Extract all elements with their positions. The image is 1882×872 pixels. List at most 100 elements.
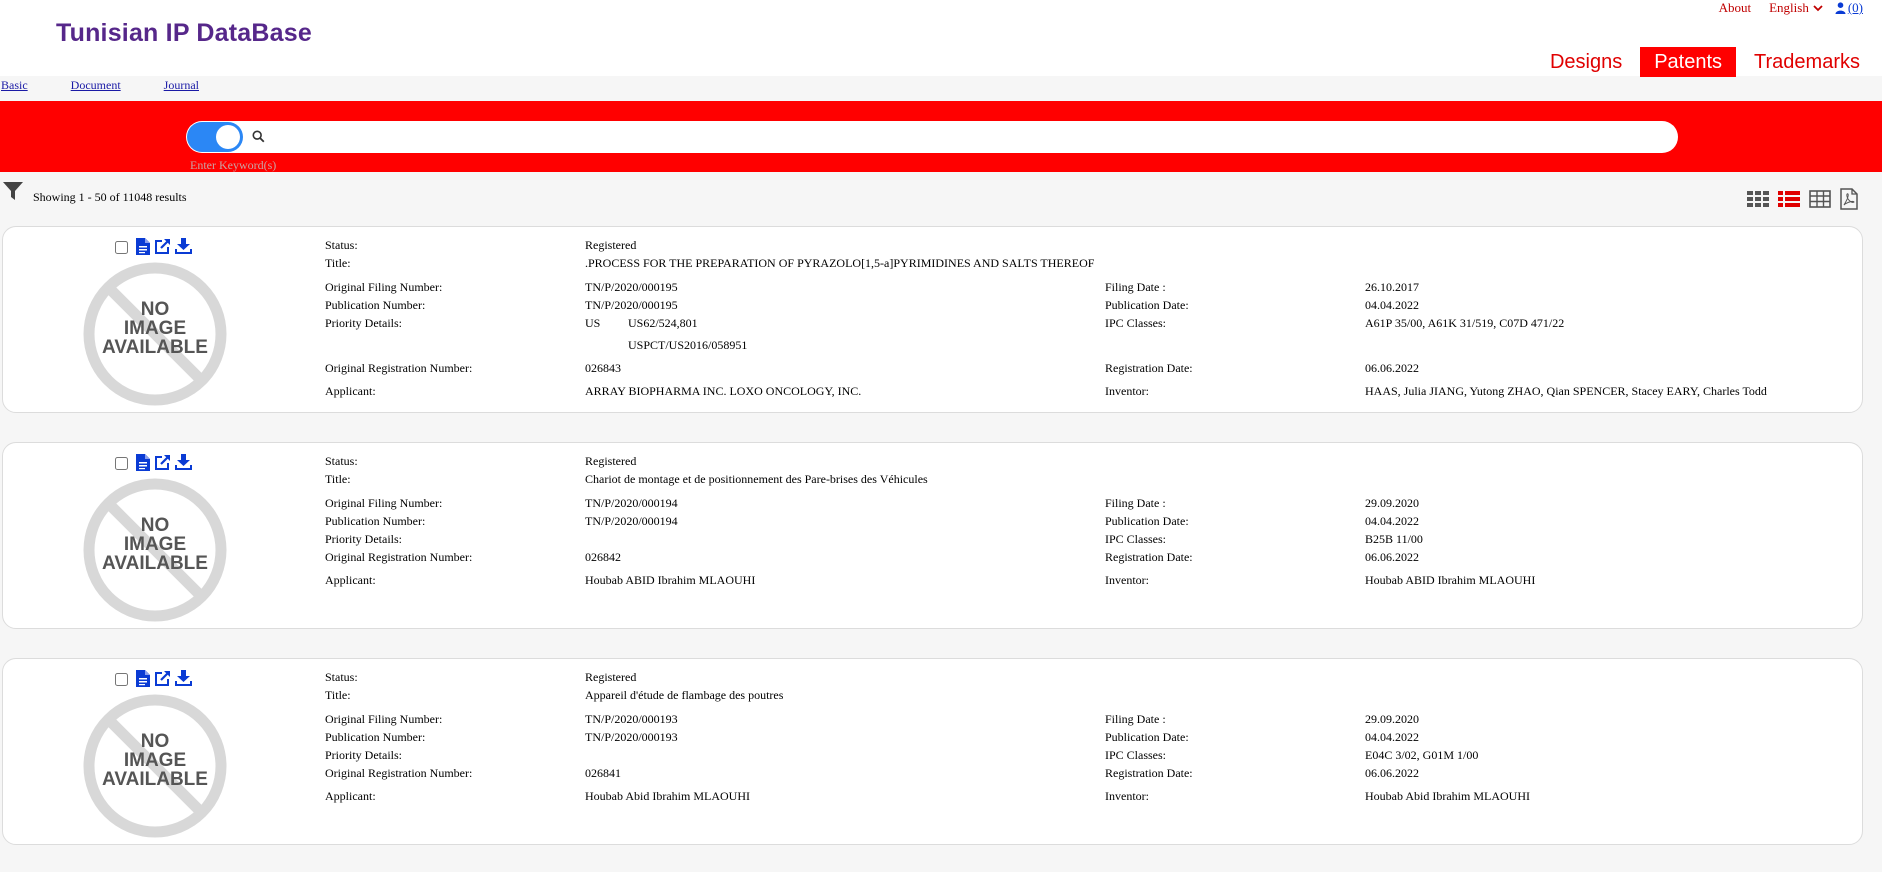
row-priority: Priority Details: IPC Classes: E04C 3/02… — [323, 748, 1833, 764]
tab-basic[interactable]: Basic — [1, 78, 28, 93]
title-label: Title: — [325, 472, 351, 486]
orig-filing-label: Original Filing Number: — [325, 280, 443, 294]
row-status: Status: Registered — [323, 238, 1833, 254]
row-filing: Original Filing Number: TN/P/2020/000195… — [323, 280, 1833, 296]
title-label: Title: — [325, 256, 351, 270]
orig-registration-label: Original Registration Number: — [325, 361, 473, 375]
about-link[interactable]: About — [1719, 0, 1752, 16]
language-selector[interactable]: English — [1769, 0, 1823, 16]
no-image-text-2: IMAGE — [124, 534, 186, 555]
user-account-link[interactable]: (0) — [1835, 0, 1863, 16]
publication-date-value: 04.04.2022 — [1365, 730, 1419, 744]
result-card: NO IMAGE AVAILABLE Status: Registered Ti… — [2, 226, 1863, 413]
publication-number-value: TN/P/2020/000194 — [585, 514, 678, 528]
orig-filing-label: Original Filing Number: — [325, 712, 443, 726]
user-count: (0) — [1847, 0, 1863, 15]
card-tools — [115, 454, 192, 472]
table-view-icon[interactable] — [1809, 190, 1831, 213]
no-image-text-1: NO — [141, 299, 170, 320]
select-checkbox[interactable] — [115, 672, 128, 686]
row-priority: Priority Details: US US62/524,801 IPC Cl… — [323, 316, 1833, 332]
orig-registration-label: Original Registration Number: — [325, 550, 473, 564]
priority-country: US — [585, 316, 601, 330]
priority-number-2: USPCT/US2016/058951 — [628, 338, 748, 352]
tab-journal[interactable]: Journal — [164, 78, 199, 93]
title-value[interactable]: Chariot de montage et de positionnement … — [585, 472, 928, 487]
applicant-label: Applicant: — [325, 789, 376, 803]
document-icon[interactable] — [136, 670, 150, 688]
row-title: Title: .PROCESS FOR THE PREPARATION OF P… — [323, 256, 1833, 272]
row-filing: Original Filing Number: TN/P/2020/000193… — [323, 712, 1833, 728]
publication-number-label: Publication Number: — [325, 514, 426, 528]
search-input[interactable] — [272, 125, 1666, 151]
download-icon[interactable] — [175, 670, 192, 688]
inventor-label: Inventor: — [1105, 573, 1149, 587]
card-tools — [115, 238, 192, 256]
card-tools — [115, 670, 192, 688]
select-checkbox[interactable] — [115, 456, 128, 470]
orig-registration-value: 026842 — [585, 550, 621, 564]
inventor-value: Houbab ABID Ibrahim MLAOUHI — [1365, 573, 1536, 587]
filing-date-label: Filing Date : — [1105, 496, 1166, 510]
nav-trademarks[interactable]: Trademarks — [1746, 47, 1868, 77]
search-mode-toggle[interactable] — [187, 122, 243, 152]
tab-document[interactable]: Document — [71, 78, 121, 93]
nav-patents[interactable]: Patents — [1640, 47, 1737, 77]
grid-view-icon[interactable] — [1747, 190, 1769, 213]
filing-date-value: 29.09.2020 — [1365, 712, 1419, 726]
select-checkbox[interactable] — [115, 240, 128, 254]
registration-date-value: 06.06.2022 — [1365, 766, 1419, 780]
registration-date-label: Registration Date: — [1105, 361, 1193, 375]
status-value: Registered — [585, 238, 637, 252]
external-link-icon[interactable] — [154, 238, 171, 256]
priority-label: Priority Details: — [325, 532, 402, 546]
orig-registration-value: 026843 — [585, 361, 621, 375]
orig-filing-value: TN/P/2020/000193 — [585, 712, 678, 726]
no-image-text-1: NO — [141, 731, 170, 752]
filter-icon[interactable] — [2, 180, 24, 202]
status-value: Registered — [585, 454, 637, 468]
result-card: NO IMAGE AVAILABLE Status: Registered Ti… — [2, 442, 1863, 629]
row-title: Title: Appareil d'étude de flambage des … — [323, 688, 1833, 704]
ipc-label: IPC Classes: — [1105, 316, 1167, 330]
nav-designs[interactable]: Designs — [1542, 47, 1630, 77]
external-link-icon[interactable] — [154, 454, 171, 472]
results-count: Showing 1 - 50 of 11048 results — [33, 190, 187, 204]
status-label: Status: — [325, 238, 358, 252]
no-image-icon: NO IMAGE AVAILABLE — [82, 693, 228, 839]
orig-filing-value: TN/P/2020/000195 — [585, 280, 678, 294]
no-image-icon: NO IMAGE AVAILABLE — [82, 477, 228, 623]
search-tabs: Basic Document Journal — [0, 78, 242, 93]
external-link-icon[interactable] — [154, 670, 171, 688]
download-icon[interactable] — [175, 454, 192, 472]
download-icon[interactable] — [175, 238, 192, 256]
publication-number-value: TN/P/2020/000195 — [585, 298, 678, 312]
applicant-label: Applicant: — [325, 573, 376, 587]
row-priority-2: USPCT/US2016/058951 — [323, 338, 1833, 354]
row-registration: Original Registration Number: 026843 Reg… — [323, 361, 1833, 377]
title-value[interactable]: Appareil d'étude de flambage des poutres — [585, 688, 783, 703]
pdf-icon[interactable] — [1840, 188, 1858, 215]
app-title[interactable]: Tunisian IP DataBase — [56, 19, 312, 48]
registration-date-label: Registration Date: — [1105, 550, 1193, 564]
list-view-icon[interactable] — [1778, 190, 1800, 213]
applicant-label: Applicant: — [325, 384, 376, 398]
no-image-text-1: NO — [141, 515, 170, 536]
inventor-label: Inventor: — [1105, 789, 1149, 803]
row-filing: Original Filing Number: TN/P/2020/000194… — [323, 496, 1833, 512]
no-image-text-2: IMAGE — [124, 750, 186, 771]
search-band — [0, 101, 1882, 172]
status-label: Status: — [325, 670, 358, 684]
toggle-knob — [216, 125, 240, 149]
title-value[interactable]: .PROCESS FOR THE PREPARATION OF PYRAZOLO… — [585, 256, 1094, 271]
row-applicant: Applicant: Houbab Abid Ibrahim MLAOUHI I… — [323, 789, 1833, 805]
document-icon[interactable] — [136, 454, 150, 472]
publication-date-value: 04.04.2022 — [1365, 298, 1419, 312]
ipc-value: B25B 11/00 — [1365, 532, 1423, 546]
orig-filing-label: Original Filing Number: — [325, 496, 443, 510]
registration-date-value: 06.06.2022 — [1365, 550, 1419, 564]
no-image-text-3: AVAILABLE — [102, 337, 208, 358]
document-icon[interactable] — [136, 238, 150, 256]
row-publication: Publication Number: TN/P/2020/000195 Pub… — [323, 298, 1833, 314]
row-status: Status: Registered — [323, 670, 1833, 686]
